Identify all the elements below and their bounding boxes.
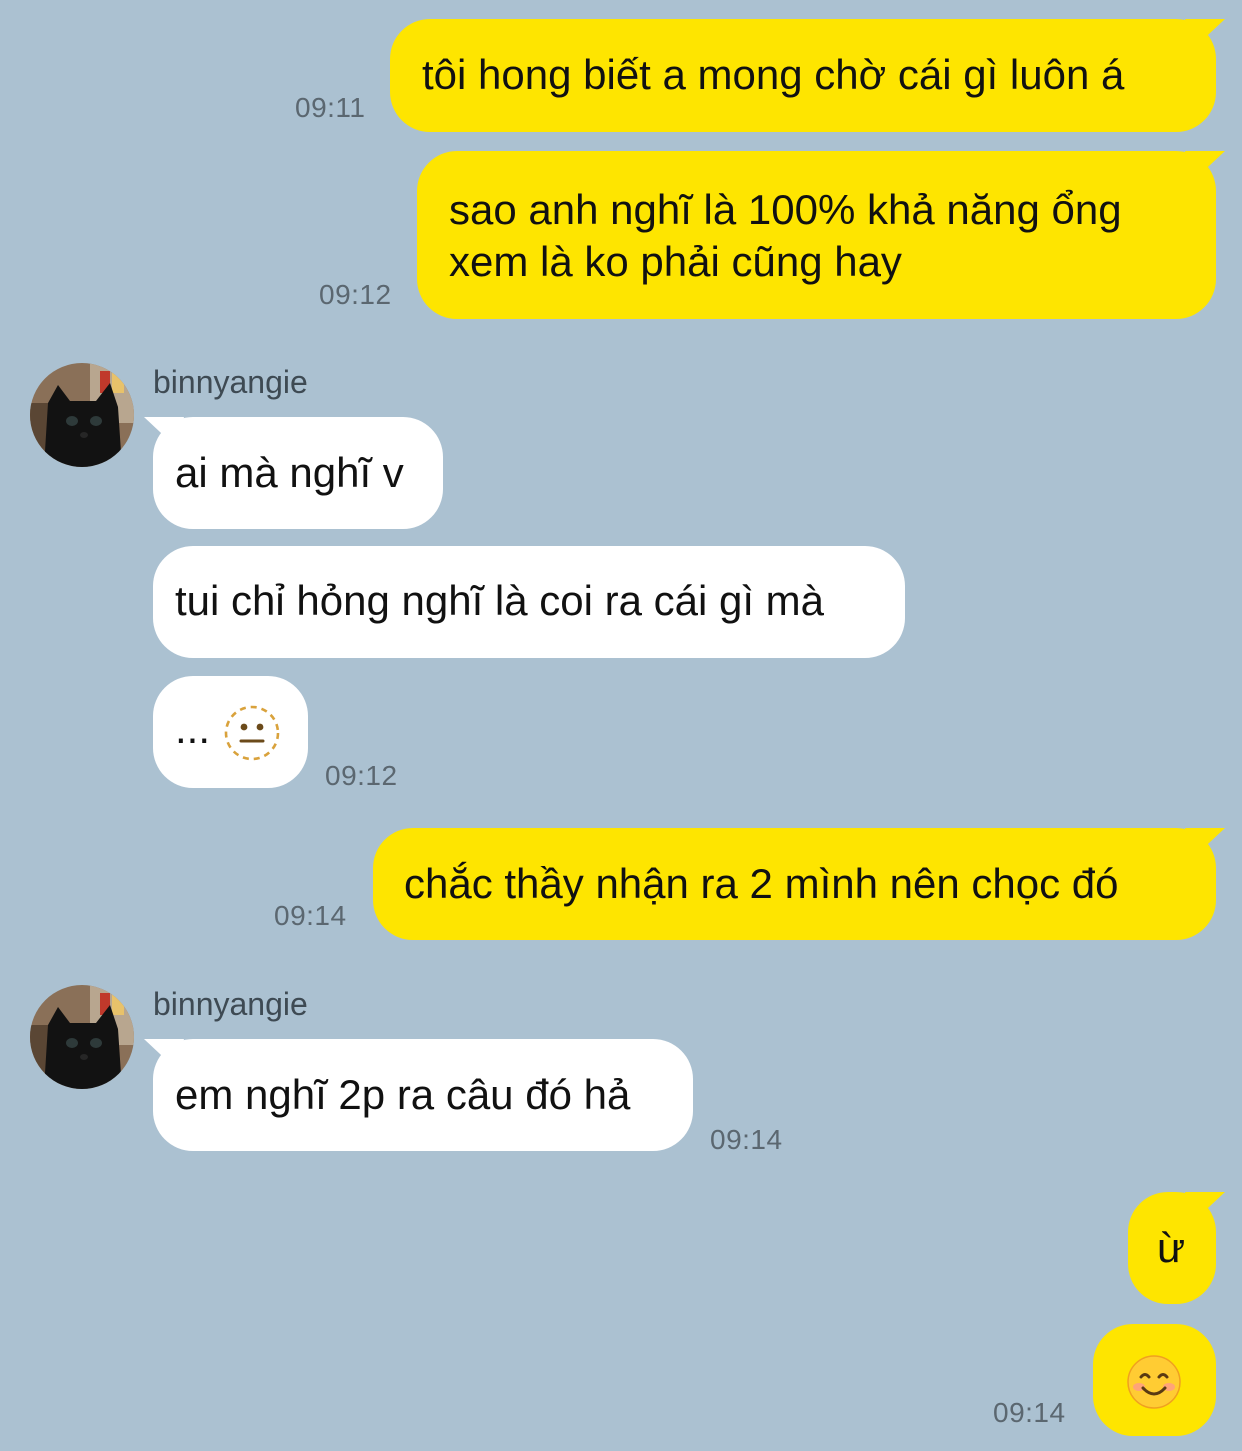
smiling-face-icon — [1126, 1354, 1182, 1423]
bubble-tail — [1185, 828, 1225, 858]
black-cat-avatar-icon[interactable] — [30, 363, 134, 467]
message-bubble-received[interactable]: ai mà nghĩ v — [144, 417, 443, 529]
bubble-tail — [1185, 151, 1225, 181]
message-text-line: xem là ko phải cũng hay — [449, 238, 902, 285]
bubble-tail — [1185, 19, 1225, 49]
message-bubble-received[interactable]: ... — [153, 676, 308, 788]
message-text: tui chỉ hỏng nghĩ là coi ra cái gì mà — [175, 577, 825, 624]
message-bubble-sent[interactable] — [1093, 1324, 1216, 1436]
message-bubble-sent[interactable]: chắc thầy nhận ra 2 mình nên chọc đó — [373, 828, 1225, 940]
neutral-face-dotted-icon — [223, 704, 281, 775]
message-bubble-sent[interactable]: sao anh nghĩ là 100% khả năng ổng xem là… — [417, 151, 1225, 319]
message-text-line: sao anh nghĩ là 100% khả năng ổng — [449, 186, 1122, 233]
message-bubble-received[interactable]: tui chỉ hỏng nghĩ là coi ra cái gì mà — [153, 546, 905, 658]
black-cat-avatar-icon[interactable] — [30, 985, 134, 1089]
message-timestamp: 09:14 — [274, 900, 347, 931]
message-timestamp: 09:14 — [993, 1397, 1066, 1428]
message-bubble-sent[interactable]: ừ — [1128, 1192, 1225, 1304]
message-timestamp: 09:14 — [710, 1124, 783, 1155]
message-timestamp: 09:11 — [295, 92, 366, 123]
message-bubble-sent[interactable]: tôi hong biết a mong chờ cái gì luôn á — [390, 19, 1225, 132]
bubble-tail — [144, 1039, 184, 1069]
bubble-tail — [1185, 1192, 1225, 1222]
message-text: ừ — [1157, 1224, 1186, 1271]
message-text: chắc thầy nhận ra 2 mình nên chọc đó — [404, 860, 1119, 907]
message-text: ai mà nghĩ v — [175, 449, 404, 496]
message-text: tôi hong biết a mong chờ cái gì luôn á — [422, 51, 1125, 98]
sender-name: binnyangie — [153, 364, 308, 400]
bubble-tail — [144, 417, 184, 447]
message-bubble-received[interactable]: em nghĩ 2p ra câu đó hả — [144, 1039, 693, 1151]
message-timestamp: 09:12 — [319, 279, 392, 310]
sender-name: binnyangie — [153, 986, 308, 1022]
message-text: em nghĩ 2p ra câu đó hả — [175, 1071, 631, 1118]
message-text: ... — [175, 705, 211, 752]
message-timestamp: 09:12 — [325, 760, 398, 791]
chat-area[interactable]: tôi hong biết a mong chờ cái gì luôn á 0… — [0, 0, 1242, 1451]
